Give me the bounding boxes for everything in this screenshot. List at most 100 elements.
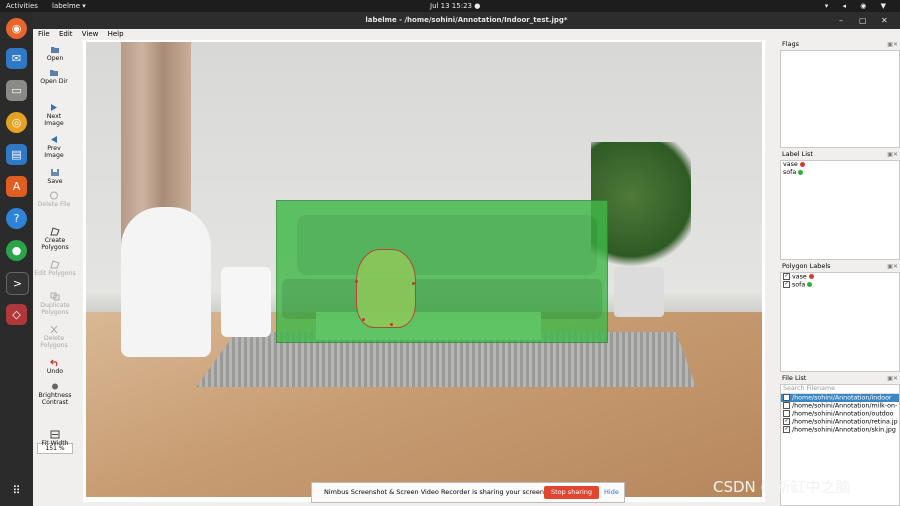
label-list-panel: Label List ▣✕ vase sofa (780, 150, 900, 260)
chrome-icon[interactable]: ● (6, 240, 27, 261)
brightness-icon (52, 383, 58, 390)
next-image-button[interactable]: Next Image (37, 103, 71, 127)
duplicate-polygons-button[interactable]: Duplicate Polygons (35, 292, 75, 316)
file-item[interactable]: ✓/home/sohini/Annotation/retina.jp (781, 418, 899, 426)
labelme-icon[interactable]: ◇ (6, 304, 27, 325)
sharing-message: Nimbus Screenshot & Screen Video Recorde… (324, 488, 547, 496)
vase-vertex[interactable] (390, 323, 393, 326)
tool-bar: Open Open Dir Next Image Prev Image Save… (33, 40, 77, 506)
open-dir-button[interactable]: Open Dir (37, 68, 71, 85)
search-filename-input[interactable]: Search Filename (781, 385, 899, 394)
stop-sharing-button[interactable]: Stop sharing (544, 486, 599, 499)
save-button[interactable]: Save (33, 168, 77, 185)
menu-help[interactable]: Help (108, 30, 124, 38)
create-polygon-icon (50, 227, 60, 236)
rhythmbox-icon[interactable]: ◎ (6, 112, 27, 133)
checkbox-icon[interactable]: ✓ (783, 281, 790, 288)
checkbox-icon[interactable] (783, 410, 790, 417)
files-icon[interactable]: ▭ (6, 80, 27, 101)
firefox-icon[interactable]: ◉ (6, 18, 27, 39)
thunderbird-icon[interactable]: ✉ (6, 48, 27, 69)
prev-image-button[interactable]: Prev Image (37, 135, 71, 159)
vase-vertex[interactable] (355, 280, 358, 283)
color-dot (808, 274, 814, 279)
checkbox-icon[interactable]: ✓ (783, 273, 790, 280)
vase-polygon[interactable] (356, 249, 416, 328)
minimize-icon[interactable]: – (839, 12, 843, 29)
open-icon (51, 47, 59, 53)
window-title: labelme - /home/sohini/Annotation/Indoor… (365, 16, 568, 24)
right-dock: Flags ▣✕ Label List ▣✕ vase sofa Polygon L… (780, 40, 900, 506)
file-item[interactable]: /home/sohini/Annotation/outdoo (781, 410, 899, 418)
system-tray[interactable]: ▾ ◂ ◉ ▼ (825, 0, 892, 12)
flags-list[interactable] (780, 50, 900, 148)
vase-vertex[interactable] (412, 282, 415, 285)
file-item[interactable]: ✓/home/sohini/Annotation/skin.jpg (781, 426, 899, 434)
terminal-icon[interactable]: > (6, 272, 29, 295)
label-list[interactable]: vase sofa (780, 160, 900, 260)
color-dot (799, 161, 805, 167)
help-icon[interactable]: ? (6, 208, 27, 229)
checkbox-icon[interactable]: ✓ (783, 426, 790, 433)
checkbox-icon[interactable] (783, 402, 790, 409)
undo-button[interactable]: Undo (33, 358, 77, 375)
color-dot (798, 169, 804, 175)
fit-width-icon (50, 430, 60, 439)
open-button[interactable]: Open (33, 45, 77, 62)
brightness-contrast-button[interactable]: Brightness Contrast (35, 382, 75, 406)
panel-controls-icon[interactable]: ▣✕ (887, 374, 898, 383)
edit-polygons-button[interactable]: Edit Polygons (33, 260, 77, 277)
next-icon (51, 104, 57, 111)
open-dir-icon (50, 70, 58, 76)
app-menu[interactable]: labelme ▾ (52, 0, 86, 12)
watermark: CSDN @新缸中之脑 (713, 478, 851, 496)
flags-title: Flags (782, 40, 800, 48)
fit-width-button[interactable]: Fit Width (40, 430, 70, 447)
polygon-labels-panel: Polygon Labels ▣✕ ✓ vase ✓ sofa (780, 262, 900, 372)
panel-controls-icon[interactable]: ▣✕ (887, 262, 898, 271)
menu-view[interactable]: View (82, 30, 99, 38)
label-list-item[interactable]: vase (781, 161, 899, 169)
annotated-photo (86, 42, 762, 497)
panel-controls-icon[interactable]: ▣✕ (887, 150, 898, 159)
app-grid-icon[interactable]: ⠿ (6, 480, 27, 501)
delete-polygon-icon (50, 325, 58, 334)
close-icon[interactable]: ✕ (881, 12, 888, 29)
delete-polygons-button[interactable]: Delete Polygons (36, 325, 72, 349)
labelme-window: labelme - /home/sohini/Annotation/Indoor… (33, 12, 900, 506)
create-polygons-button[interactable]: Create Polygons (33, 227, 77, 251)
save-icon (51, 169, 59, 176)
menu-file[interactable]: File (38, 30, 50, 38)
screen-sharing-bar: Nimbus Screenshot & Screen Video Recorde… (311, 482, 625, 503)
polygon-labels-title: Polygon Labels (782, 262, 831, 270)
label-list-item[interactable]: sofa (781, 169, 899, 177)
delete-file-button[interactable]: Delete File (37, 191, 71, 208)
polygon-labels-list[interactable]: ✓ vase ✓ sofa (780, 272, 900, 372)
system-top-bar: Activities labelme ▾ Jul 13 15:23 ● ▾ ◂ … (0, 0, 900, 12)
color-dot (807, 282, 813, 287)
polygon-label-item[interactable]: ✓ vase (781, 273, 899, 281)
file-item[interactable]: /home/sohini/Annotation/indoor (781, 394, 899, 402)
file-list-panel: File List ▣✕ Search Filename /home/sohini… (780, 374, 900, 506)
launcher-dock: ◉ ✉ ▭ ◎ ▤ A ? ● > ◇ ⠿ (0, 12, 33, 506)
checkbox-icon[interactable]: ✓ (783, 418, 790, 425)
polygon-label-item[interactable]: ✓ sofa (781, 281, 899, 289)
edit-polygon-icon (50, 260, 60, 269)
delete-file-icon (50, 191, 58, 200)
hide-button[interactable]: Hide (604, 483, 619, 502)
checkbox-icon[interactable] (783, 394, 790, 401)
window-titlebar: labelme - /home/sohini/Annotation/Indoor… (33, 12, 900, 29)
sofa-back (297, 215, 597, 275)
clock[interactable]: Jul 13 15:23 ● (430, 0, 480, 12)
file-item[interactable]: /home/sohini/Annotation/milk-on- (781, 402, 899, 410)
software-icon[interactable]: A (6, 176, 27, 197)
panel-controls-icon[interactable]: ▣✕ (887, 40, 898, 49)
vase-vertex[interactable] (362, 318, 365, 321)
menu-edit[interactable]: Edit (59, 30, 73, 38)
menu-bar: File Edit View Help (33, 29, 900, 40)
activities-button[interactable]: Activities (6, 0, 38, 12)
image-canvas[interactable] (83, 40, 765, 502)
maximize-icon[interactable]: ▢ (859, 12, 867, 29)
file-list-title: File List (782, 374, 807, 382)
writer-icon[interactable]: ▤ (6, 144, 27, 165)
